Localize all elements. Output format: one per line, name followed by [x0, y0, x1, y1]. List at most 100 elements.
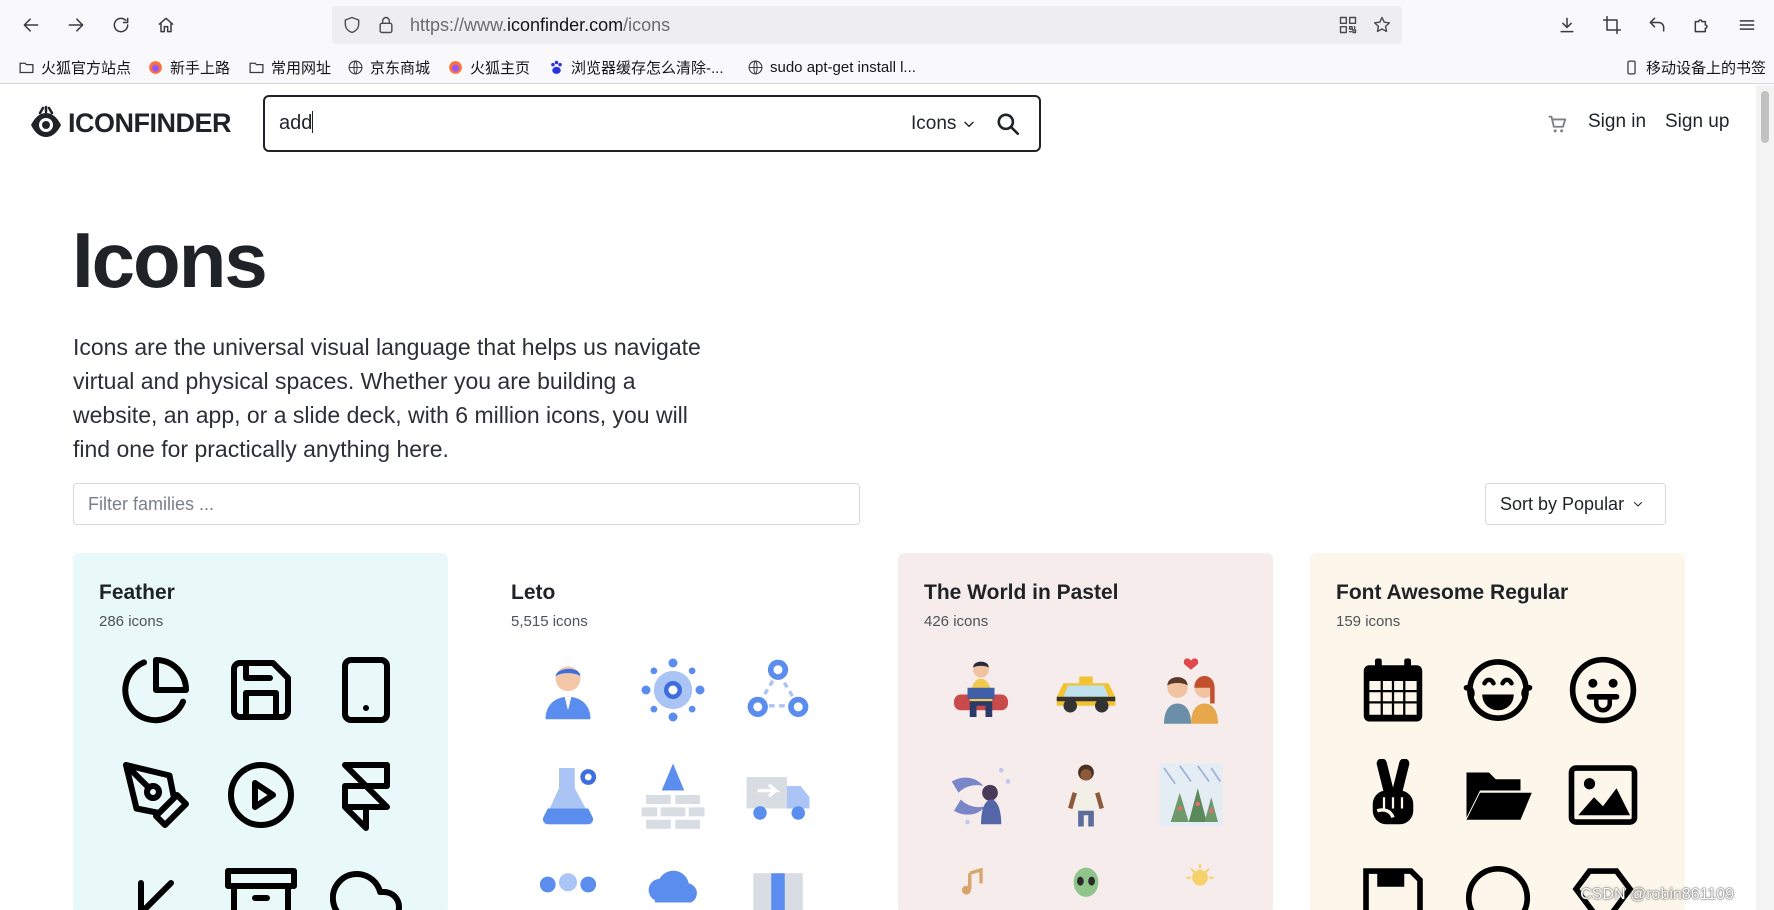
- bookmark-label: 火狐主页: [470, 59, 531, 77]
- user-icon[interactable]: [531, 653, 605, 727]
- bookmark-item[interactable]: 常用网址: [248, 50, 331, 84]
- bookmark-label: 浏览器缓存怎么清除-...: [571, 59, 724, 77]
- woman-icon[interactable]: [1049, 758, 1123, 832]
- home-icon[interactable]: [149, 8, 183, 42]
- web-page: ICONFINDER add Icons Sign in Sign up Ico…: [0, 85, 1756, 910]
- logo[interactable]: ICONFINDER: [28, 105, 232, 141]
- person-reading-icon[interactable]: [944, 653, 1018, 727]
- eye-logo-icon: [31, 105, 61, 137]
- filter-families-input[interactable]: [73, 483, 860, 525]
- search-type-dropdown[interactable]: Icons: [911, 97, 976, 150]
- scrollbar-thumb[interactable]: [1761, 91, 1769, 143]
- sign-in-link[interactable]: Sign in: [1588, 111, 1646, 133]
- tongue-face-icon[interactable]: [1566, 653, 1640, 727]
- dolphin-diver-icon[interactable]: [944, 758, 1018, 832]
- framer-icon[interactable]: [329, 758, 403, 832]
- pie-chart-icon[interactable]: [119, 653, 193, 727]
- family-name: Leto: [511, 581, 556, 604]
- settings-network-icon[interactable]: [636, 653, 710, 727]
- sort-dropdown[interactable]: Sort by Popular: [1485, 483, 1666, 525]
- family-icon-count: 159 icons: [1336, 613, 1401, 630]
- alien-icon[interactable]: [1049, 861, 1123, 910]
- watermark: CSDN @robin861109: [1580, 886, 1734, 903]
- search-type-label: Icons: [911, 113, 957, 134]
- firefox-icon: [447, 59, 464, 76]
- globe-icon: [347, 59, 364, 76]
- search-input[interactable]: add: [279, 97, 314, 150]
- bookmark-label: 火狐官方站点: [41, 59, 132, 77]
- search-box[interactable]: add Icons: [263, 95, 1041, 152]
- family-name: Feather: [99, 581, 175, 604]
- download-icon[interactable]: [1550, 8, 1584, 42]
- folder-icon: [18, 59, 35, 76]
- url-path: /icons: [623, 15, 671, 35]
- logo-text: ICONFINDER: [68, 107, 232, 138]
- bookmark-item[interactable]: 京东商城: [347, 50, 430, 84]
- family-icon-count: 5,515 icons: [511, 613, 588, 630]
- lock-icon[interactable]: [376, 15, 396, 35]
- arrow-down-left-icon[interactable]: [119, 861, 193, 910]
- smile-icon[interactable]: [1461, 861, 1535, 910]
- team-icon[interactable]: [531, 861, 605, 910]
- reload-icon[interactable]: [104, 8, 138, 42]
- family-card-font-awesome-regular[interactable]: Font Awesome Regular 159 icons: [1310, 553, 1685, 910]
- url-text[interactable]: https://www.iconfinder.com/icons: [410, 6, 670, 44]
- sign-up-link[interactable]: Sign up: [1665, 111, 1729, 133]
- package-icon[interactable]: [741, 861, 815, 910]
- bookmark-label: sudo apt-get install l...: [770, 58, 916, 76]
- crop-icon[interactable]: [1595, 8, 1629, 42]
- music-notes-icon[interactable]: [944, 861, 1018, 910]
- bookmark-item[interactable]: 火狐官方站点: [18, 50, 131, 84]
- menu-icon[interactable]: [1730, 8, 1764, 42]
- save-icon[interactable]: [1356, 861, 1430, 910]
- family-card-leto[interactable]: Leto 5,515 icons: [485, 553, 860, 910]
- forward-icon[interactable]: [59, 8, 93, 42]
- taxi-icon[interactable]: [1049, 653, 1123, 727]
- laughing-face-icon[interactable]: [1461, 653, 1535, 727]
- undo-icon[interactable]: [1640, 8, 1674, 42]
- url-prefix: https://www.: [410, 15, 508, 35]
- family-card-feather[interactable]: Feather 286 icons: [73, 553, 448, 910]
- url-host: iconfinder.com: [507, 15, 624, 35]
- cart-icon[interactable]: [1546, 113, 1568, 135]
- forest-rain-icon[interactable]: [1154, 758, 1228, 832]
- search-icon[interactable]: [995, 111, 1021, 137]
- lab-flask-icon[interactable]: [531, 758, 605, 832]
- pen-tool-icon[interactable]: [119, 758, 193, 832]
- family-name: The World in Pastel: [924, 581, 1119, 604]
- bookmark-item[interactable]: 火狐主页: [447, 50, 530, 84]
- extensions-icon[interactable]: [1685, 8, 1719, 42]
- folder-open-icon[interactable]: [1461, 758, 1535, 832]
- bookmark-star-icon[interactable]: [1372, 15, 1392, 40]
- qr-code-icon[interactable]: [1338, 15, 1358, 40]
- chevron-down-icon: [1634, 502, 1643, 507]
- folder-icon: [248, 59, 265, 76]
- page-scrollbar[interactable]: [1756, 85, 1774, 910]
- bookmark-item[interactable]: 浏览器缓存怎么清除-...: [548, 50, 724, 84]
- save-icon[interactable]: [224, 653, 298, 727]
- url-bar[interactable]: https://www.iconfinder.com/icons: [332, 6, 1402, 44]
- mobile-bookmarks[interactable]: 移动设备上的书签: [1623, 50, 1766, 84]
- bookmark-item[interactable]: 新手上路: [147, 50, 230, 84]
- brick-wall-icon[interactable]: [636, 758, 710, 832]
- cloud-icon[interactable]: [636, 861, 710, 910]
- tablet-icon[interactable]: [329, 653, 403, 727]
- cloud-icon[interactable]: [329, 861, 403, 910]
- family-name: Font Awesome Regular: [1336, 581, 1569, 604]
- family-card-the-world-in-pastel[interactable]: The World in Pastel 426 icons: [898, 553, 1273, 910]
- peace-hand-icon[interactable]: [1356, 758, 1430, 832]
- calendar-icon[interactable]: [1356, 653, 1430, 727]
- text-caret: [312, 111, 314, 133]
- workflow-icon[interactable]: [741, 653, 815, 727]
- image-icon[interactable]: [1566, 758, 1640, 832]
- couple-icon[interactable]: [1154, 653, 1228, 727]
- tracking-shield-icon[interactable]: [342, 15, 362, 35]
- sun-icon[interactable]: [1154, 861, 1228, 910]
- firefox-icon: [147, 59, 164, 76]
- family-icon-count: 426 icons: [924, 613, 989, 630]
- archive-icon[interactable]: [224, 861, 298, 910]
- back-icon[interactable]: [14, 8, 48, 42]
- bookmark-item[interactable]: sudo apt-get install l...: [747, 50, 916, 84]
- play-circle-icon[interactable]: [224, 758, 298, 832]
- delivery-truck-icon[interactable]: [741, 758, 815, 832]
